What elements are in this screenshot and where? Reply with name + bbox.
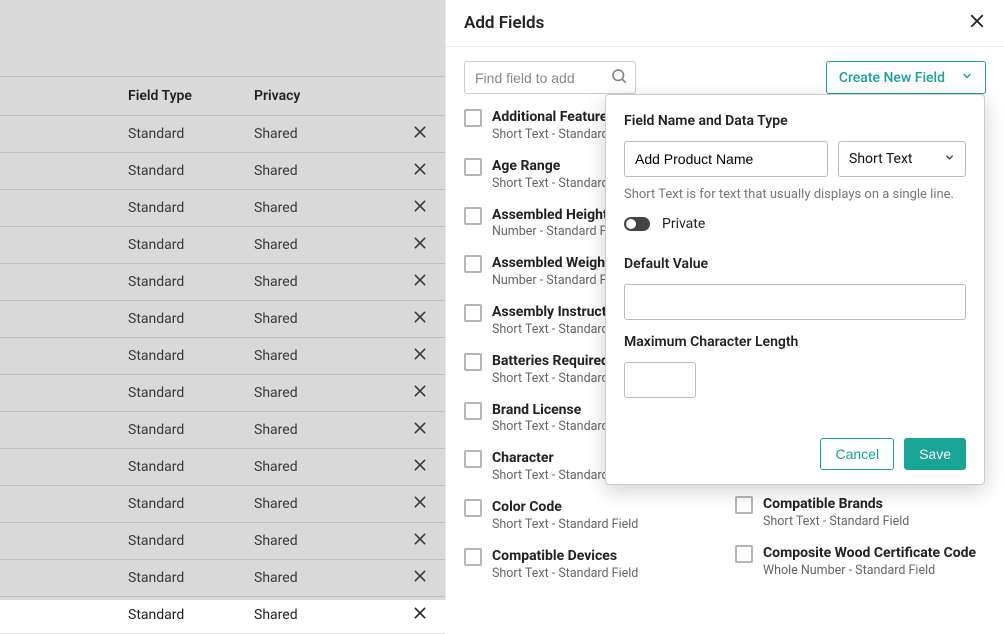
private-toggle[interactable] <box>624 217 650 231</box>
available-field-item: Compatible BrandsShort Text - Standard F… <box>735 495 986 531</box>
field-checkbox[interactable] <box>464 402 482 420</box>
close-icon[interactable] <box>968 12 986 34</box>
field-item-meta: Short Text - Standard Field <box>492 517 638 534</box>
available-field-item: Compatible DevicesShort Text - Standard … <box>464 547 715 583</box>
chevron-down-icon <box>961 70 973 86</box>
field-checkbox[interactable] <box>735 496 753 514</box>
field-checkbox[interactable] <box>464 158 482 176</box>
field-checkbox[interactable] <box>464 255 482 273</box>
create-field-popover: Field Name and Data Type Short Text Shor… <box>605 94 985 485</box>
field-checkbox[interactable] <box>464 499 482 517</box>
field-checkbox[interactable] <box>464 548 482 566</box>
default-value-input[interactable] <box>624 284 966 320</box>
field-checkbox[interactable] <box>464 353 482 371</box>
data-type-help-text: Short Text is for text that usually disp… <box>624 187 966 202</box>
field-checkbox[interactable] <box>464 207 482 225</box>
search-field-wrap <box>464 61 636 94</box>
save-button[interactable]: Save <box>904 438 966 470</box>
field-item-meta: Whole Number - Standard Field <box>763 563 976 580</box>
label-default-value: Default Value <box>624 256 966 272</box>
field-item-name: Composite Wood Certificate Code <box>763 544 976 563</box>
search-icon <box>610 67 628 89</box>
panel-header: Add Fields <box>446 0 1004 47</box>
field-item-meta: Short Text - Standard Field <box>763 514 909 531</box>
cancel-button[interactable]: Cancel <box>820 438 894 470</box>
create-new-field-button[interactable]: Create New Field <box>826 61 986 94</box>
cell-field-type: Standard <box>0 597 244 634</box>
label-name-type: Field Name and Data Type <box>624 113 966 129</box>
field-checkbox[interactable] <box>464 450 482 468</box>
data-type-value: Short Text <box>849 151 913 167</box>
chevron-down-icon <box>944 151 955 167</box>
cell-privacy: Shared <box>244 597 395 634</box>
field-item-name: Compatible Brands <box>763 495 909 514</box>
table-row: StandardShared <box>0 597 445 634</box>
available-field-item: Color CodeShort Text - Standard Field <box>464 498 715 534</box>
field-checkbox[interactable] <box>735 545 753 563</box>
create-new-field-label: Create New Field <box>839 70 945 86</box>
field-item-name: Compatible Devices <box>492 547 638 566</box>
label-max-length: Maximum Character Length <box>624 334 966 350</box>
max-length-input[interactable] <box>624 362 696 398</box>
field-checkbox[interactable] <box>464 304 482 322</box>
field-item-meta: Short Text - Standard Field <box>492 566 638 583</box>
field-name-input[interactable] <box>624 141 828 177</box>
field-item-name: Color Code <box>492 498 638 517</box>
remove-icon[interactable] <box>412 609 428 625</box>
panel-title: Add Fields <box>464 13 544 33</box>
available-field-item: Composite Wood Certificate CodeWhole Num… <box>735 544 986 580</box>
modal-overlay <box>0 0 445 600</box>
data-type-select[interactable]: Short Text <box>838 141 966 177</box>
field-checkbox[interactable] <box>464 109 482 127</box>
private-label: Private <box>662 216 705 232</box>
